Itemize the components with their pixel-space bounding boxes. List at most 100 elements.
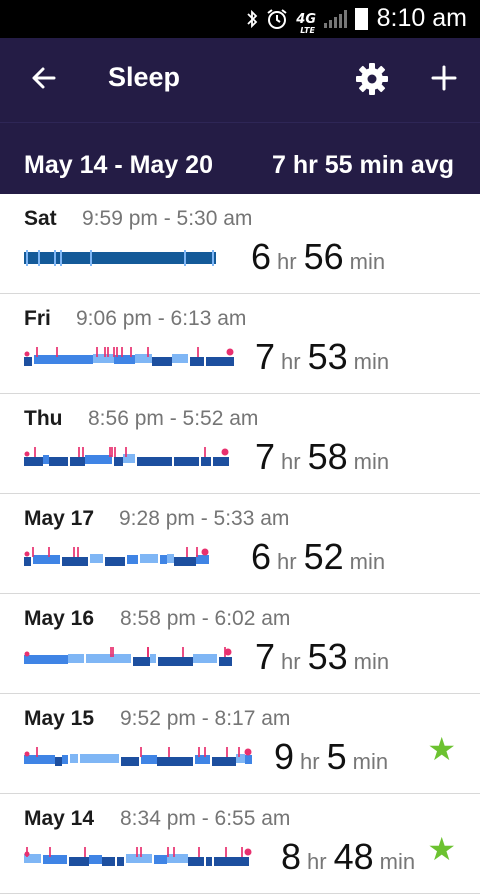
awake-mark: [84, 847, 86, 857]
entry-day: Sat: [24, 207, 57, 230]
week-average: 7 hr 55 min avg: [271, 151, 454, 179]
awake-start-dot: [24, 451, 30, 457]
page-title: Sleep: [108, 62, 181, 92]
sleep-segment: [102, 857, 115, 866]
sleep-segment: [167, 854, 188, 863]
sleep-entry-may16[interactable]: May 16 8:58 pm - 6:02 am 7 hr 53 min: [0, 594, 480, 694]
awake-start-dot: [24, 351, 30, 357]
sleep-entry-sat[interactable]: Sat 9:59 pm - 5:30 am 6 hr 56 min: [0, 194, 480, 294]
sleep-segment: [70, 457, 85, 466]
restless-mark: [90, 250, 92, 266]
entry-day: May 14: [24, 807, 95, 830]
sleep-segment: [43, 455, 49, 464]
sleep-segment: [123, 454, 135, 463]
sleep-segment: [188, 857, 204, 866]
sleep-segment: [33, 555, 60, 564]
sleep-list: Sat 9:59 pm - 5:30 am 6 hr 56 min Fri 9:06 …: [0, 194, 480, 894]
awake-mark: [36, 747, 38, 757]
sleep-segment: [213, 457, 229, 466]
sleep-pattern-bar: [24, 647, 232, 666]
sleep-segment: [174, 457, 199, 466]
sleep-segment: [141, 755, 157, 764]
sleep-pattern-bar: [24, 747, 252, 766]
awake-mark: [147, 647, 149, 657]
sleep-segment: [126, 854, 152, 863]
awake-mark: [173, 847, 175, 857]
sleep-segment: [24, 252, 216, 264]
awake-start-dot: [24, 551, 30, 557]
awake-end-dot: [244, 848, 252, 856]
entry-time-range: 8:56 pm - 5:52 am: [88, 407, 259, 430]
sleep-segment: [238, 857, 249, 866]
sleep-segment: [190, 357, 204, 366]
awake-mark: [241, 847, 243, 857]
sleep-segment: [212, 757, 236, 766]
awake-mark: [112, 647, 114, 657]
awake-mark: [182, 647, 184, 657]
week-range: May 14 - May 20: [24, 151, 213, 179]
sleep-segment: [177, 757, 193, 766]
entry-duration: 6 hr 56 min: [251, 236, 386, 277]
awake-mark: [197, 347, 199, 357]
plus-icon[interactable]: [428, 62, 460, 94]
entry-day: Thu: [24, 407, 63, 430]
sleep-segment: [181, 657, 193, 666]
sleep-segment: [161, 457, 172, 466]
sleep-segment: [206, 357, 229, 366]
awake-mark: [32, 547, 34, 557]
entry-duration: 7 hr 58 min: [255, 436, 390, 477]
sleep-segment: [214, 857, 238, 866]
sleep-segment: [160, 555, 167, 564]
sleep-pattern-bar: [24, 347, 234, 366]
sleep-segment: [62, 457, 68, 466]
sleep-segment: [105, 557, 125, 566]
awake-end-dot: [221, 448, 229, 456]
awake-mark: [34, 447, 36, 457]
awake-mark: [140, 747, 142, 757]
awake-mark: [204, 447, 206, 457]
awake-mark: [204, 747, 206, 757]
sleep-entry-may17[interactable]: May 17 9:28 pm - 5:33 am 6 hr 52 min: [0, 494, 480, 594]
sleep-segment: [137, 457, 161, 466]
week-summary: May 14 - May 20 7 hr 55 min avg: [0, 122, 480, 195]
arrow-left-icon[interactable]: [28, 62, 60, 94]
awake-mark: [56, 347, 58, 357]
app-bar: Sleep: [0, 38, 480, 122]
star-icon: ★: [427, 830, 456, 868]
sleep-segment: [80, 754, 103, 763]
sleep-entry-thu[interactable]: Thu 8:56 pm - 5:52 am 7 hr 58 min: [0, 394, 480, 494]
awake-mark: [186, 547, 188, 557]
sleep-entry-fri[interactable]: Fri 9:06 pm - 6:13 am 7 hr 53 min: [0, 294, 480, 394]
entry-day: Fri: [24, 307, 51, 330]
awake-mark: [121, 347, 123, 357]
awake-mark: [168, 747, 170, 757]
gear-icon[interactable]: [355, 62, 389, 96]
sleep-segment: [158, 657, 181, 666]
sleep-segment: [24, 457, 43, 466]
sleep-segment: [103, 754, 119, 763]
star-icon: ★: [427, 730, 456, 768]
awake-start-dot: [24, 651, 30, 657]
sleep-segment: [133, 657, 150, 666]
sleep-segment: [229, 357, 234, 366]
sleep-segment: [245, 755, 252, 764]
sleep-segment: [106, 654, 131, 663]
awake-end-dot: [226, 348, 234, 356]
awake-end-dot: [201, 548, 209, 556]
sleep-segment: [121, 757, 139, 766]
sleep-segment: [90, 554, 103, 563]
awake-mark: [147, 347, 149, 357]
sleep-segment: [55, 757, 62, 766]
sleep-segment: [167, 554, 174, 563]
sleep-entry-may14[interactable]: May 14 8:34 pm - 6:55 am 8 hr 48 min ★: [0, 794, 480, 894]
awake-mark: [198, 847, 200, 857]
sleep-segment: [181, 557, 196, 566]
sleep-segment: [42, 655, 68, 664]
awake-mark: [111, 447, 113, 457]
alarm-icon: [267, 9, 287, 29]
awake-mark: [109, 447, 111, 457]
entry-time-range: 9:59 pm - 5:30 am: [82, 207, 253, 230]
sleep-segment: [62, 755, 68, 764]
sleep-segment: [127, 555, 138, 564]
sleep-entry-may15[interactable]: May 15 9:52 pm - 8:17 am 9 hr 5 min ★: [0, 694, 480, 794]
